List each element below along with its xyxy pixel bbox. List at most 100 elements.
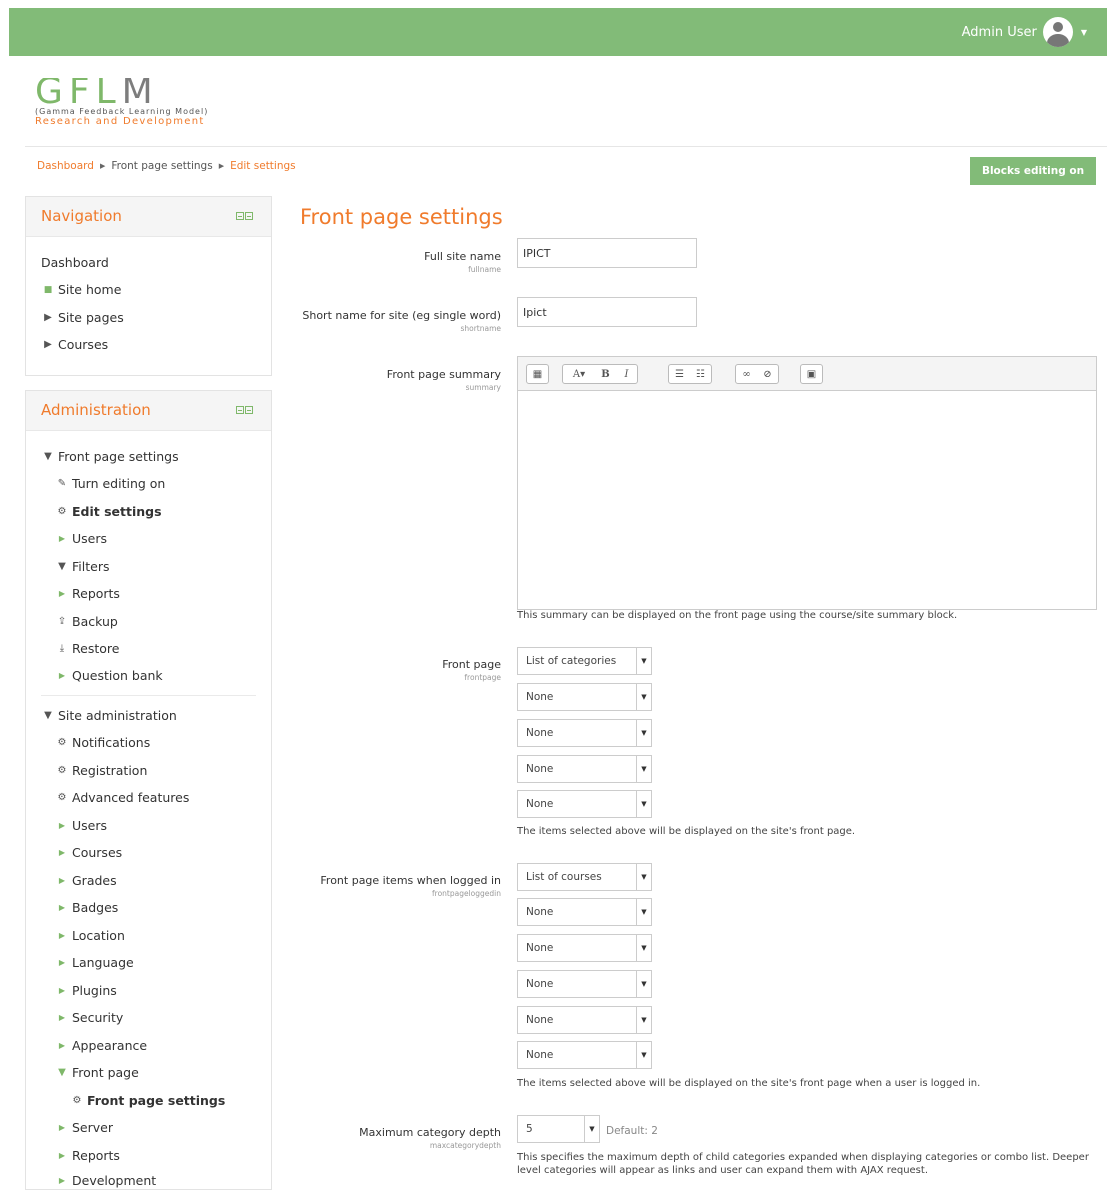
admin-filters[interactable]: ▼ Filters <box>55 559 109 574</box>
admin-site-users[interactable]: ▶ Users <box>55 818 107 833</box>
unordered-list-icon[interactable]: ☰ <box>669 365 690 383</box>
breadcrumb-separator-icon: ▶ <box>99 162 106 170</box>
editor-toolbar: ▦ A▾ B I ☰ ☷ ∞ ⊘ ▣ <box>518 357 1096 391</box>
admin-site-administration[interactable]: ▼ Site administration <box>41 708 177 723</box>
expand-arrow-icon: ▶ <box>58 958 66 967</box>
frontpageloggedin-select-3[interactable]: None ▼ <box>517 934 652 962</box>
admin-restore[interactable]: ⤓ Restore <box>55 641 120 656</box>
admin-front-page[interactable]: ▼ Front page <box>55 1065 139 1080</box>
toolbar-toggle-icon[interactable]: ▦ <box>527 365 548 383</box>
admin-backup[interactable]: ⇪ Backup <box>55 614 118 629</box>
admin-front-page-settings[interactable]: ▼ Front page settings <box>41 449 179 464</box>
admin-plugins[interactable]: ▶ Plugins <box>55 983 117 998</box>
admin-registration[interactable]: ⚙ Registration <box>55 763 148 778</box>
frontpage-setting-name: frontpage <box>464 673 501 682</box>
admin-development[interactable]: ▶ Development <box>55 1173 156 1188</box>
link-icon[interactable]: ∞ <box>736 365 757 383</box>
filter-icon: ▼ <box>58 561 66 572</box>
admin-turn-editing-on[interactable]: ✎ Turn editing on <box>55 476 166 491</box>
image-icon[interactable]: ▣ <box>801 365 822 383</box>
paragraph-style-icon[interactable]: A▾ <box>563 365 595 383</box>
admin-language[interactable]: ▶ Language <box>55 955 134 970</box>
frontpage-select-5[interactable]: None ▼ <box>517 790 652 818</box>
nav-courses[interactable]: ▶ Courses <box>41 337 108 352</box>
summary-textarea[interactable] <box>518 391 1096 609</box>
admin-question-bank[interactable]: ▶ Question bank <box>55 668 163 683</box>
dock-icon[interactable] <box>245 406 253 414</box>
summary-label: Front page summary <box>386 368 501 381</box>
user-name: Admin User <box>961 24 1037 40</box>
gear-icon: ⚙ <box>57 765 67 776</box>
navigation-block: Navigation Dashboard ■ Site home ▶ Site pa… <box>25 196 272 376</box>
frontpage-select-2[interactable]: None ▼ <box>517 683 652 711</box>
admin-front-page-settings-current[interactable]: ⚙ Front page settings <box>70 1093 226 1108</box>
frontpageloggedin-select-4[interactable]: None ▼ <box>517 970 652 998</box>
top-navbar: Admin User ▼ <box>9 8 1107 56</box>
header-divider <box>25 146 1107 147</box>
user-menu[interactable]: Admin User ▼ <box>962 8 1087 56</box>
fullname-label: Full site name <box>424 250 501 263</box>
expand-arrow-icon: ▶ <box>58 1151 66 1160</box>
admin-edit-settings[interactable]: ⚙ Edit settings <box>55 504 162 519</box>
ordered-list-icon[interactable]: ☷ <box>690 365 711 383</box>
collapse-icon[interactable] <box>236 406 244 414</box>
collapse-icon[interactable] <box>236 212 244 220</box>
admin-location[interactable]: ▶ Location <box>55 928 125 943</box>
summary-help: This summary can be displayed on the fro… <box>517 610 958 621</box>
maxcategorydepth-select[interactable]: 5 ▼ <box>517 1115 600 1143</box>
nav-dashboard[interactable]: Dashboard <box>41 255 109 270</box>
dock-icon[interactable] <box>245 212 253 220</box>
admin-site-reports[interactable]: ▶ Reports <box>55 1148 120 1163</box>
expanded-arrow-icon: ▼ <box>44 451 52 462</box>
nav-site-pages[interactable]: ▶ Site pages <box>41 310 124 325</box>
admin-reports[interactable]: ▶ Reports <box>55 586 120 601</box>
breadcrumb-edit-settings[interactable]: Edit settings <box>230 160 296 172</box>
nav-site-home[interactable]: ■ Site home <box>41 282 122 297</box>
admin-advanced-features[interactable]: ⚙ Advanced features <box>55 790 190 805</box>
block-controls[interactable] <box>236 212 253 220</box>
frontpage-help: The items selected above will be display… <box>517 826 856 837</box>
user-avatar-icon <box>1042 17 1073 47</box>
frontpageloggedin-select-1[interactable]: List of courses ▼ <box>517 863 652 891</box>
frontpageloggedin-select-2[interactable]: None ▼ <box>517 898 652 926</box>
fullname-input[interactable] <box>517 238 697 268</box>
logo-tagline: (Gamma Feedback Learning Model) <box>35 107 209 116</box>
admin-appearance[interactable]: ▶ Appearance <box>55 1038 147 1053</box>
gear-icon: ⚙ <box>57 506 67 517</box>
shortname-input[interactable] <box>517 297 697 327</box>
toolbar-group: ∞ ⊘ <box>735 364 779 384</box>
admin-grades[interactable]: ▶ Grades <box>55 873 117 888</box>
frontpage-select-3[interactable]: None ▼ <box>517 719 652 747</box>
admin-users[interactable]: ▶ Users <box>55 531 107 546</box>
chevron-down-icon: ▼ <box>636 648 651 674</box>
frontpage-select-4[interactable]: None ▼ <box>517 755 652 783</box>
admin-site-courses[interactable]: ▶ Courses <box>55 845 122 860</box>
frontpageloggedin-help: The items selected above will be display… <box>517 1078 981 1089</box>
toolbar-group: ☰ ☷ <box>668 364 712 384</box>
frontpageloggedin-select-5[interactable]: None ▼ <box>517 1006 652 1034</box>
maxcategorydepth-setting-name: maxcategorydepth <box>429 1141 501 1150</box>
pencil-icon: ✎ <box>57 478 67 489</box>
frontpageloggedin-select-6[interactable]: None ▼ <box>517 1041 652 1069</box>
frontpage-select-1[interactable]: List of categories ▼ <box>517 647 652 675</box>
unlink-icon[interactable]: ⊘ <box>757 365 778 383</box>
maxcategorydepth-default: Default: 2 <box>606 1125 658 1137</box>
chevron-down-icon: ▼ <box>636 971 651 997</box>
blocks-editing-button[interactable]: Blocks editing on <box>970 157 1096 185</box>
shortname-setting-name: shortname <box>460 324 501 333</box>
site-logo[interactable]: GFLM (Gamma Feedback Learning Model) Res… <box>35 78 265 127</box>
admin-badges[interactable]: ▶ Badges <box>55 900 118 915</box>
bold-icon[interactable]: B <box>595 365 616 383</box>
bullet-icon: ■ <box>43 284 53 295</box>
logo-wordmark: GFLM <box>35 78 159 106</box>
admin-security[interactable]: ▶ Security <box>55 1010 123 1025</box>
chevron-down-icon: ▼ <box>636 1042 651 1068</box>
expand-arrow-icon: ▶ <box>58 534 66 543</box>
admin-server[interactable]: ▶ Server <box>55 1120 113 1135</box>
breadcrumb-dashboard[interactable]: Dashboard <box>37 160 94 172</box>
italic-icon[interactable]: I <box>616 365 637 383</box>
toolbar-group: A▾ B I <box>562 364 638 384</box>
upload-icon: ⇪ <box>57 616 67 627</box>
admin-notifications[interactable]: ⚙ Notifications <box>55 735 151 750</box>
block-controls[interactable] <box>236 406 253 414</box>
